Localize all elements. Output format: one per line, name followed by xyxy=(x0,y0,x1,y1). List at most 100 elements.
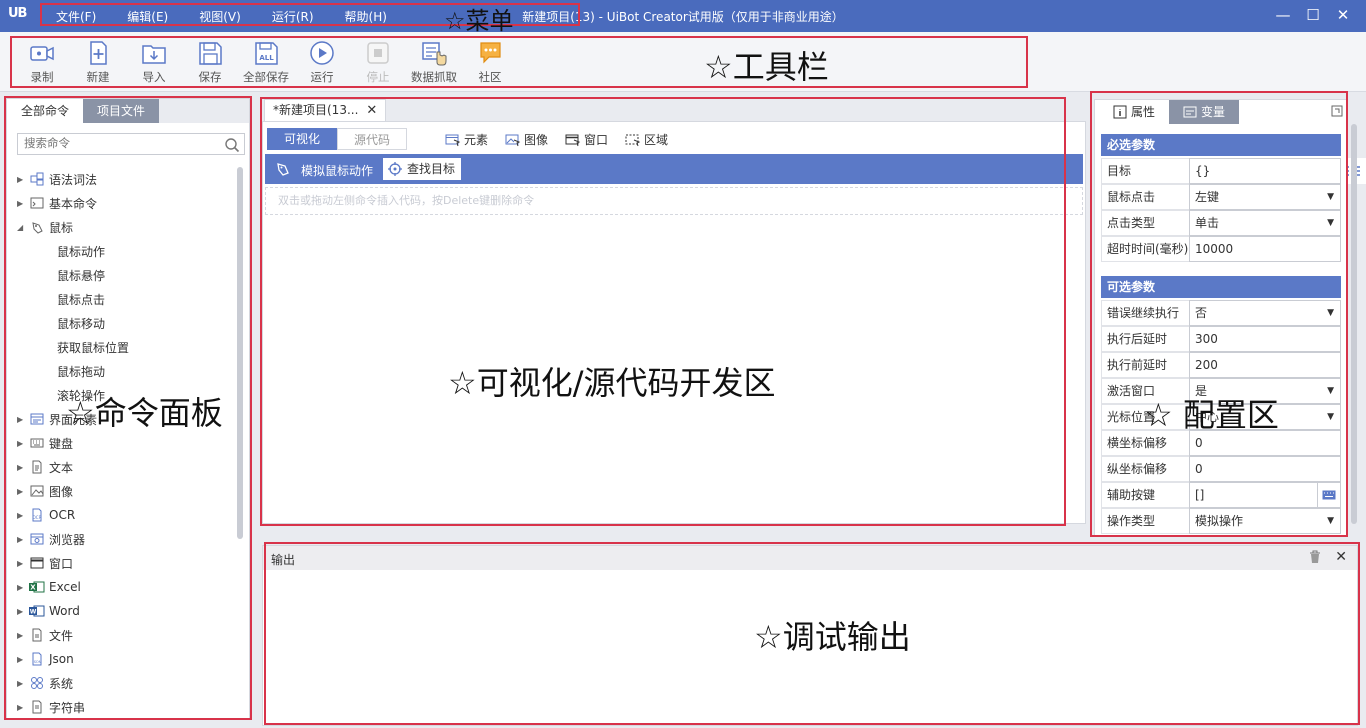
collapse-arrow-icon[interactable]: ◢ xyxy=(17,223,27,232)
image-tool[interactable]: 图像 xyxy=(505,131,548,148)
param-operation-type-select[interactable]: 模拟操作 ▼ xyxy=(1189,508,1341,534)
text-icon xyxy=(29,459,45,475)
expand-arrow-icon[interactable]: ▶ xyxy=(17,199,27,208)
visual-mode-button[interactable]: 可视化 xyxy=(267,128,337,150)
close-output-icon[interactable]: ✕ xyxy=(1335,549,1347,565)
minimize-icon[interactable]: — xyxy=(1268,4,1298,26)
tree-item-json[interactable]: ▶ JSON Json xyxy=(17,647,237,671)
properties-tabs: 属性 变量 xyxy=(1095,100,1347,124)
tab-all-commands[interactable]: 全部命令 xyxy=(7,99,84,123)
string-icon xyxy=(29,699,45,715)
import-button[interactable]: 导入 xyxy=(126,40,182,85)
command-panel-scrollbar[interactable] xyxy=(237,167,243,539)
param-modifier-keys: 辅助按键 [] xyxy=(1101,482,1341,508)
search-input[interactable] xyxy=(18,134,218,154)
import-icon xyxy=(142,45,166,64)
find-target-button[interactable]: 查找目标 xyxy=(383,158,462,180)
close-tab-icon[interactable]: ✕ xyxy=(366,103,377,118)
param-offset-y: 纵坐标偏移 0 xyxy=(1101,456,1341,482)
tab-properties[interactable]: 属性 xyxy=(1099,100,1170,124)
trash-icon[interactable] xyxy=(1309,550,1321,564)
tree-item-mouse-hover[interactable]: 鼠标悬停 xyxy=(17,263,237,287)
tree-item-excel[interactable]: ▶ X Excel xyxy=(17,575,237,599)
expand-arrow-icon[interactable]: ▶ xyxy=(17,487,27,496)
source-mode-button[interactable]: 源代码 xyxy=(337,128,407,150)
keyboard-icon[interactable] xyxy=(1317,482,1341,508)
tree-item-file[interactable]: ▶ 文件 xyxy=(17,623,237,647)
expand-arrow-icon[interactable]: ▶ xyxy=(17,703,27,712)
param-mouse-button-select[interactable]: 左键 ▼ xyxy=(1189,184,1341,210)
tree-item-word[interactable]: ▶ W Word xyxy=(17,599,237,623)
expand-arrow-icon[interactable]: ▶ xyxy=(17,583,27,592)
param-delay-before: 执行前延时 200 xyxy=(1101,352,1341,378)
param-target-value[interactable]: {} xyxy=(1189,158,1366,184)
tree-item-mouse-action[interactable]: 鼠标动作 xyxy=(17,239,237,263)
tree-item-get-mouse-position[interactable]: 获取鼠标位置 xyxy=(17,335,237,359)
param-operation-type: 操作类型 模拟操作 ▼ xyxy=(1101,508,1341,534)
param-continue-on-error-select[interactable]: 否 ▼ xyxy=(1189,300,1341,326)
tree-item-mouse[interactable]: ◢ 鼠标 xyxy=(17,215,237,239)
param-click-type-select[interactable]: 单击 ▼ xyxy=(1189,210,1341,236)
expand-arrow-icon[interactable]: ▶ xyxy=(17,415,27,424)
tree-item-mouse-move[interactable]: 鼠标移动 xyxy=(17,311,237,335)
tree-item-basic[interactable]: ▶ 基本命令 xyxy=(17,191,237,215)
tree-item-string[interactable]: ▶ 字符串 xyxy=(17,695,237,719)
properties-scrollbar[interactable] xyxy=(1351,124,1357,524)
data-scrape-button[interactable]: 数据抓取 xyxy=(406,40,462,85)
expand-arrow-icon[interactable]: ▶ xyxy=(17,559,27,568)
dropdown-arrow-icon: ▼ xyxy=(1327,308,1334,318)
image-pick-icon xyxy=(505,134,521,146)
community-button[interactable]: 社区 xyxy=(462,40,518,85)
word-icon: W xyxy=(29,603,45,619)
param-timeout-input[interactable]: 10000 xyxy=(1189,236,1341,262)
editor-tab[interactable]: *新建项目(13... ✕ xyxy=(264,99,387,121)
stop-button[interactable]: 停止 xyxy=(350,40,406,85)
record-button[interactable]: 录制 xyxy=(14,40,70,85)
target-icon xyxy=(388,162,402,176)
region-tool[interactable]: 区域 xyxy=(625,131,668,148)
expand-arrow-icon[interactable]: ▶ xyxy=(17,607,27,616)
expand-arrow-icon[interactable]: ▶ xyxy=(17,631,27,640)
expand-arrow-icon[interactable]: ▶ xyxy=(17,463,27,472)
tree-item-mouse-drag[interactable]: 鼠标拖动 xyxy=(17,359,237,383)
run-icon xyxy=(310,41,334,65)
search-icon[interactable] xyxy=(224,137,240,153)
command-block-mouse-action[interactable]: 模拟鼠标动作 查找目标 xyxy=(265,154,1083,184)
expand-arrow-icon[interactable]: ▶ xyxy=(17,655,27,664)
config-annotation-label: ☆ 配置区 xyxy=(1144,396,1279,434)
tree-item-system[interactable]: ▶ 系统 xyxy=(17,671,237,695)
tree-item-window[interactable]: ▶ 窗口 xyxy=(17,551,237,575)
new-button[interactable]: 新建 xyxy=(70,40,126,85)
command-block-title: 模拟鼠标动作 xyxy=(301,164,374,178)
tree-item-keyboard[interactable]: ▶ 键盘 xyxy=(17,431,237,455)
tree-item-image[interactable]: ▶ 图像 xyxy=(17,479,237,503)
tree-item-ocr[interactable]: ▶ OCR OCR xyxy=(17,503,237,527)
run-button[interactable]: 运行 xyxy=(294,40,350,85)
tree-item-mouse-click[interactable]: 鼠标点击 xyxy=(17,287,237,311)
dropdown-arrow-icon: ▼ xyxy=(1327,218,1334,228)
tab-variables[interactable]: 变量 xyxy=(1169,100,1240,124)
save-all-button[interactable]: ALL 全部保存 xyxy=(238,40,294,85)
data-scrape-icon xyxy=(422,42,447,66)
param-delay-before-input[interactable]: 200 xyxy=(1189,352,1341,378)
tree-item-text[interactable]: ▶ 文本 xyxy=(17,455,237,479)
param-offset-y-input[interactable]: 0 xyxy=(1189,456,1341,482)
community-icon xyxy=(480,42,501,64)
tree-item-browser[interactable]: ▶ 浏览器 xyxy=(17,527,237,551)
close-icon[interactable]: ✕ xyxy=(1328,4,1358,26)
expand-arrow-icon[interactable]: ▶ xyxy=(17,511,27,520)
tab-project-files[interactable]: 项目文件 xyxy=(83,99,160,123)
expand-arrow-icon[interactable]: ▶ xyxy=(17,175,27,184)
expand-arrow-icon[interactable]: ▶ xyxy=(17,439,27,448)
pin-panel-icon[interactable] xyxy=(1331,105,1343,117)
maximize-icon[interactable]: ☐ xyxy=(1298,4,1328,26)
tree-item-syntax[interactable]: ▶ 语法词法 xyxy=(17,167,237,191)
expand-arrow-icon[interactable]: ▶ xyxy=(17,535,27,544)
param-modifier-keys-input[interactable]: [] xyxy=(1189,482,1341,508)
param-delay-after-input[interactable]: 300 xyxy=(1189,326,1341,352)
toolbar-annotation-label: ☆工具栏 xyxy=(704,48,829,86)
element-tool[interactable]: 元素 xyxy=(445,131,488,148)
window-tool[interactable]: 窗口 xyxy=(565,131,608,148)
save-button[interactable]: 保存 xyxy=(182,40,238,85)
expand-arrow-icon[interactable]: ▶ xyxy=(17,679,27,688)
